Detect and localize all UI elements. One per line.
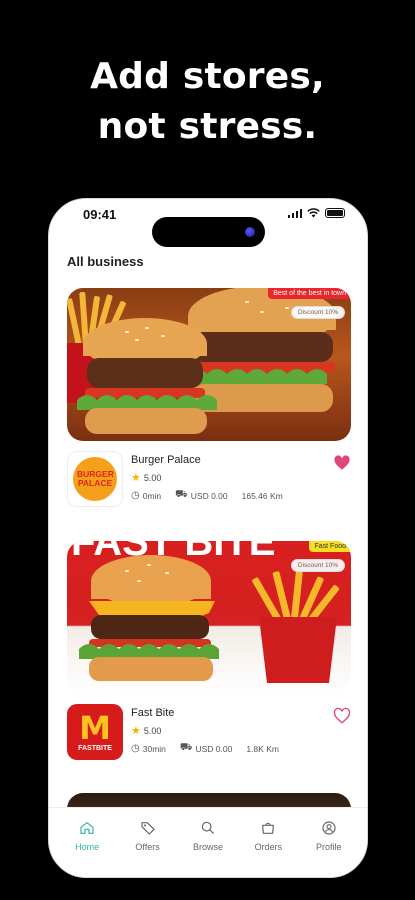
camera-icon (245, 227, 255, 237)
tag-icon (140, 822, 155, 835)
badge: Best of the best in town (268, 288, 351, 299)
tab-offers[interactable]: Offers (120, 808, 176, 877)
store-rating: ★ 5.00 (131, 472, 162, 484)
star-icon: ★ (131, 725, 141, 737)
tab-browse[interactable]: Browse (180, 808, 236, 877)
profile-icon (322, 821, 336, 835)
store-meta: ◷ 30min ⛟ USD 0.00 1.8K Km (131, 742, 279, 754)
dynamic-island (152, 217, 265, 247)
store-image[interactable]: FAST BITE Fast Food Discount 10% (67, 541, 351, 694)
store-logo: BURGER PALACE (67, 451, 123, 507)
wifi-icon (307, 208, 320, 218)
tab-orders[interactable]: Orders (240, 808, 296, 877)
store-name[interactable]: Fast Bite (131, 707, 174, 719)
store-card[interactable]: Best of the best in town Discount 10% BU… (67, 288, 351, 511)
clock-icon: ◷ (131, 490, 140, 501)
favorite-heart-icon[interactable] (333, 454, 351, 472)
favorite-heart-icon[interactable] (333, 707, 351, 725)
status-time: 09:41 (83, 207, 117, 222)
signal-icon (287, 208, 302, 218)
delivery-icon: ⛟ (175, 489, 188, 500)
store-card[interactable]: FAST BITE Fast Food Discount 10% M FASTB… (67, 541, 351, 764)
headline: Add stores, not stress. (90, 56, 325, 147)
search-icon (201, 821, 214, 834)
store-name[interactable]: Burger Palace (131, 454, 201, 466)
star-icon: ★ (131, 472, 141, 484)
discount-badge: Discount 10% (290, 306, 345, 319)
store-meta: ◷ 0min ⛟ USD 0.00 165.46 Km (131, 489, 283, 501)
home-icon (80, 822, 94, 834)
tab-bar: Home Offers Browse Orders Profile (49, 807, 367, 877)
battery-icon (325, 208, 345, 218)
clock-icon: ◷ (131, 743, 140, 754)
discount-badge: Discount 10% (290, 559, 345, 572)
phone-frame: 09:41 All business Best of the best in t… (48, 198, 368, 878)
tab-profile[interactable]: Profile (301, 808, 357, 877)
delivery-icon: ⛟ (179, 742, 193, 753)
status-bar: 09:41 (49, 199, 367, 247)
store-image[interactable]: Best of the best in town Discount 10% (67, 288, 351, 441)
store-rating: ★ 5.00 (131, 725, 162, 737)
bag-icon (262, 822, 275, 834)
store-logo: M FASTBITE (67, 704, 123, 760)
section-title: All business (67, 254, 144, 269)
tab-home[interactable]: Home (59, 808, 115, 877)
badge: Fast Food (309, 541, 351, 552)
